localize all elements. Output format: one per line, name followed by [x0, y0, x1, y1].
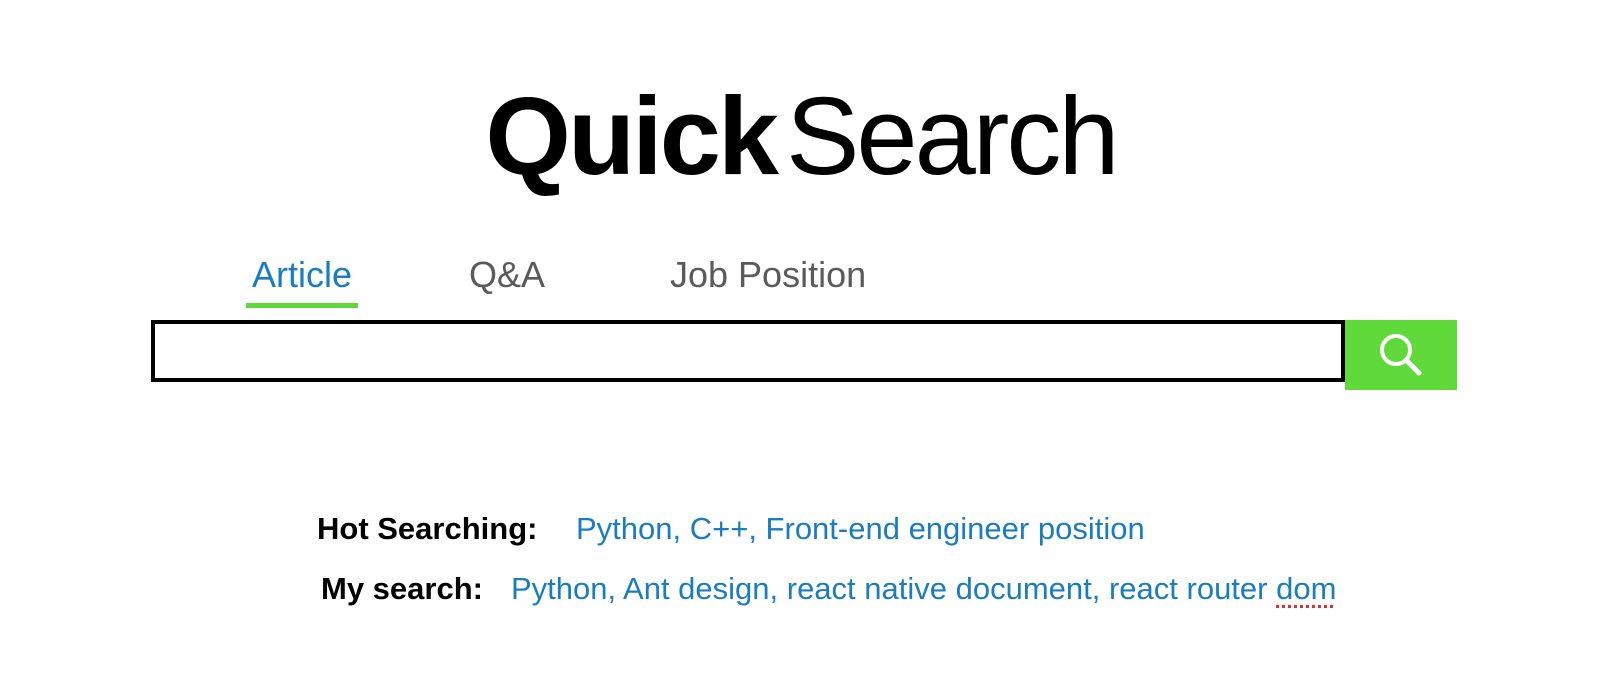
search-icon	[1380, 334, 1422, 376]
tab-job-position-label: Job Position	[670, 254, 867, 295]
tab-qa-label: Q&A	[469, 254, 546, 295]
tab-qa[interactable]: Q&A	[469, 252, 545, 298]
my-search-items: Python, Ant design, react native documen…	[511, 571, 1277, 606]
search-box	[151, 320, 1345, 382]
my-search-label: My search:	[321, 571, 483, 606]
my-search-last-item: dom	[1276, 571, 1337, 606]
tab-article-label: Article	[252, 254, 353, 295]
active-tab-indicator	[246, 303, 359, 308]
hot-searching-label: Hot Searching:	[317, 511, 538, 546]
logo-bold-text: Quick	[485, 75, 779, 198]
logo: QuickSearch	[0, 72, 1602, 202]
tab-article[interactable]: Article	[246, 252, 359, 308]
search-button[interactable]	[1345, 320, 1457, 390]
logo-light-text: Search	[786, 75, 1120, 198]
page: QuickSearch Article Q&A Job Position Hot…	[0, 0, 1602, 680]
search-input[interactable]	[155, 324, 1341, 378]
tab-job-position[interactable]: Job Position	[670, 252, 866, 298]
hot-searching-links[interactable]: Python, C++, Front-end engineer position	[576, 509, 1145, 549]
search-type-tabs: Article Q&A Job Position	[0, 252, 1000, 308]
my-search-links[interactable]: Python, Ant design, react native documen…	[511, 569, 1336, 609]
